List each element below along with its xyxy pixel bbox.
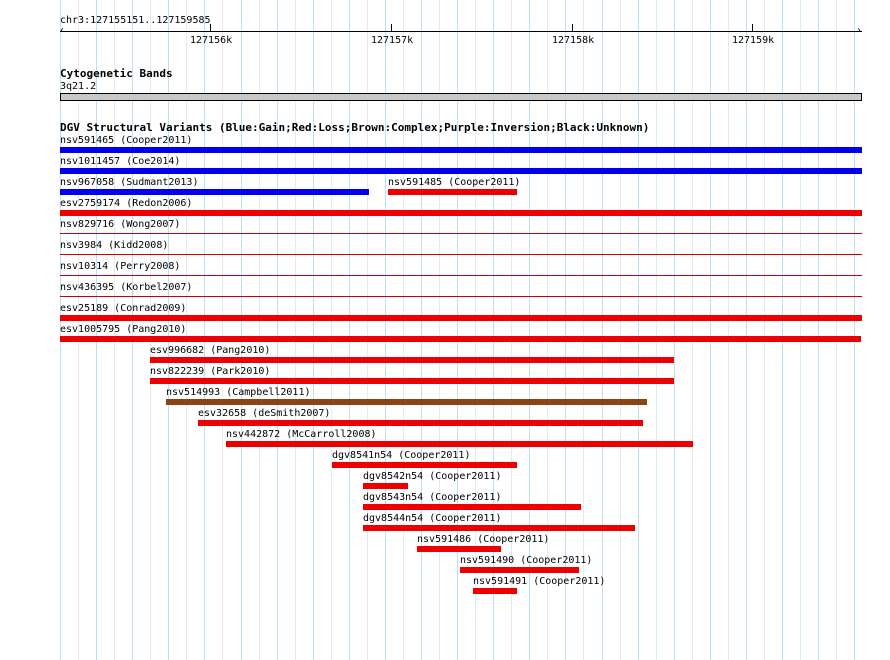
variant-label: nsv829716 (Wong2007)	[60, 219, 181, 230]
ruler-tick-label: 127157k	[371, 35, 414, 46]
cytoband-title: Cytogenetic Bands	[60, 67, 173, 80]
ruler-tick-label: 127158k	[552, 35, 595, 46]
variant-bar-loss[interactable]	[198, 420, 643, 426]
variant-label: dgv8542n54 (Cooper2011)	[363, 471, 502, 482]
ruler-tick	[752, 24, 753, 31]
ruler-axis	[60, 31, 862, 32]
variant-label: nsv591485 (Cooper2011)	[388, 177, 521, 188]
variant-bar-gain[interactable]	[60, 168, 862, 174]
variant-label: nsv591486 (Cooper2011)	[417, 534, 550, 545]
ruler-range-label: chr3:127155151..127159585	[60, 15, 211, 26]
variant-bar-loss[interactable]	[363, 525, 635, 531]
cytoband-bar[interactable]	[60, 93, 862, 101]
variant-bar-loss[interactable]	[363, 483, 408, 489]
variant-label: esv996682 (Pang2010)	[150, 345, 271, 356]
variant-bar-loss[interactable]	[388, 189, 517, 195]
variant-label: dgv8544n54 (Cooper2011)	[363, 513, 502, 524]
variant-bar-loss[interactable]	[460, 567, 579, 573]
variant-bar-gain[interactable]	[60, 147, 862, 153]
left-arrow-icon: ‹	[59, 25, 66, 36]
variant-label: nsv1011457 (Coe2014)	[60, 156, 181, 167]
variant-bar-loss[interactable]	[60, 336, 861, 342]
variant-bar-gain[interactable]	[60, 189, 369, 195]
variant-label: esv32658 (deSmith2007)	[198, 408, 331, 419]
cytoband-label: 3q21.2	[60, 81, 97, 92]
variant-label: esv1005795 (Pang2010)	[60, 324, 187, 335]
variant-bar-loss[interactable]	[417, 546, 501, 552]
variant-bar-loss[interactable]	[226, 441, 693, 447]
dgv-title: DGV Structural Variants (Blue:Gain;Red:L…	[60, 121, 650, 134]
variant-label: nsv10314 (Perry2008)	[60, 261, 181, 272]
ruler-tick-label: 127159k	[732, 35, 775, 46]
variant-label: nsv436395 (Korbel2007)	[60, 282, 193, 293]
variant-label: nsv591465 (Cooper2011)	[60, 135, 193, 146]
variant-line-loss[interactable]	[60, 296, 862, 297]
variant-bar-complex[interactable]	[166, 399, 647, 405]
variant-label: nsv442872 (McCarroll2008)	[226, 429, 377, 440]
variant-line-loss[interactable]	[60, 233, 862, 234]
ruler-tick	[391, 24, 392, 31]
variant-label: esv2759174 (Redon2006)	[60, 198, 193, 209]
variant-label: nsv3984 (Kidd2008)	[60, 240, 169, 251]
variant-bar-loss[interactable]	[150, 357, 674, 363]
variant-label: nsv591491 (Cooper2011)	[473, 576, 606, 587]
variant-bar-loss[interactable]	[150, 378, 674, 384]
variant-bar-loss[interactable]	[60, 315, 862, 321]
variant-label: esv25189 (Conrad2009)	[60, 303, 187, 314]
variant-bar-loss[interactable]	[473, 588, 517, 594]
variant-label: nsv591490 (Cooper2011)	[460, 555, 593, 566]
variant-label: dgv8541n54 (Cooper2011)	[332, 450, 471, 461]
variant-label: nsv822239 (Park2010)	[150, 366, 271, 377]
variant-label: dgv8543n54 (Cooper2011)	[363, 492, 502, 503]
variant-bar-loss[interactable]	[332, 462, 517, 468]
variant-line-loss[interactable]	[60, 254, 862, 255]
variant-label: nsv967058 (Sudmant2013)	[60, 177, 199, 188]
ruler-tick	[572, 24, 573, 31]
variant-line-loss[interactable]	[60, 275, 862, 276]
ruler-tick-label: 127156k	[190, 35, 233, 46]
right-arrow-icon: ›	[856, 25, 863, 36]
variant-bar-loss[interactable]	[363, 504, 581, 510]
ruler-tick	[210, 24, 211, 31]
variant-bar-loss[interactable]	[60, 210, 862, 216]
variant-label: nsv514993 (Campbell2011)	[166, 387, 311, 398]
